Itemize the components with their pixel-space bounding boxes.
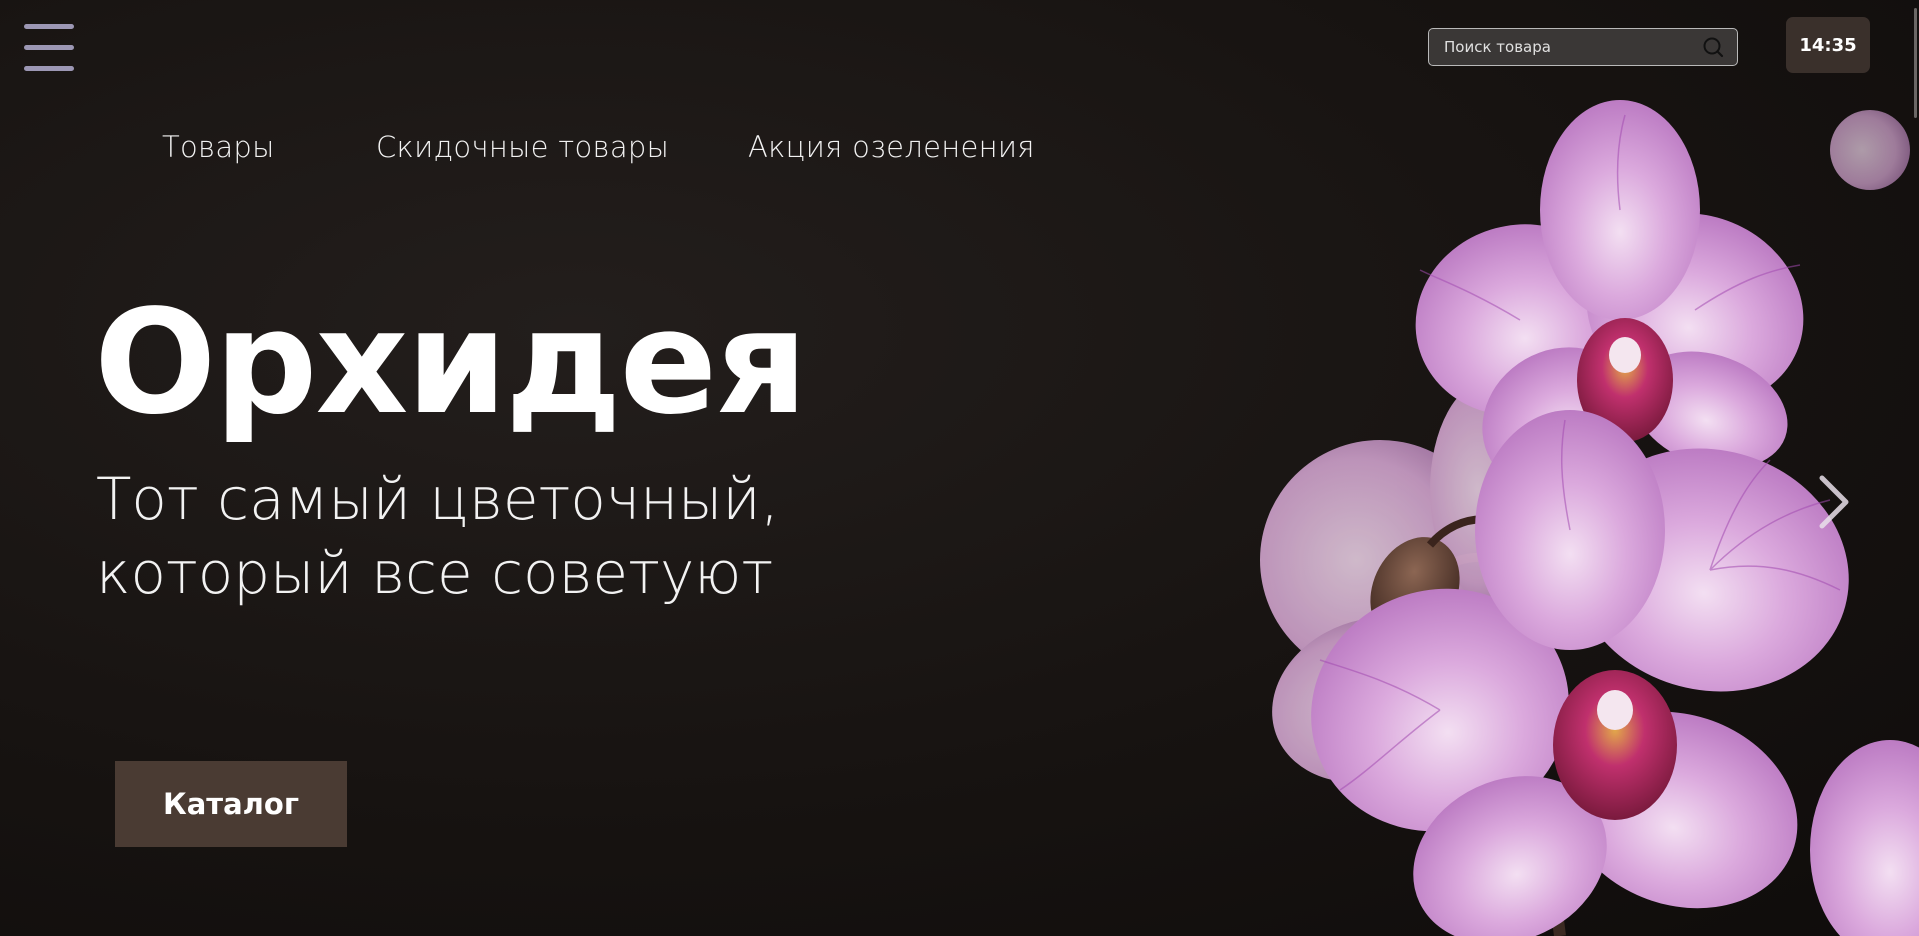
hero-title: Орхидея: [94, 278, 808, 446]
scrollbar-thumb[interactable]: [1914, 8, 1917, 118]
nav-item-greening-promo[interactable]: Акция озеленения: [748, 130, 1035, 164]
menu-bar-top: [24, 24, 74, 29]
clock-badge: 14:35: [1786, 17, 1870, 73]
menu-bar-bottom: [24, 66, 74, 71]
nav-item-discounts[interactable]: Скидочные товары: [376, 130, 669, 164]
catalog-button[interactable]: Каталог: [115, 761, 347, 847]
hamburger-menu-icon[interactable]: [22, 24, 76, 72]
hero-subtitle-line-2: который все советуют: [96, 539, 774, 607]
search-input[interactable]: [1429, 29, 1695, 65]
hero-subtitle: Тот самый цветочный, который все советую…: [96, 462, 856, 610]
menu-bar-middle: [24, 45, 74, 50]
search-box: [1428, 28, 1738, 66]
chevron-right-icon[interactable]: [1812, 472, 1856, 532]
nav-item-products[interactable]: Товары: [162, 130, 275, 164]
search-icon[interactable]: [1695, 29, 1731, 65]
page: 14:35 Товары Скидочные товары Акция озел…: [0, 0, 1919, 936]
hero-subtitle-line-1: Тот самый цветочный,: [96, 465, 780, 533]
